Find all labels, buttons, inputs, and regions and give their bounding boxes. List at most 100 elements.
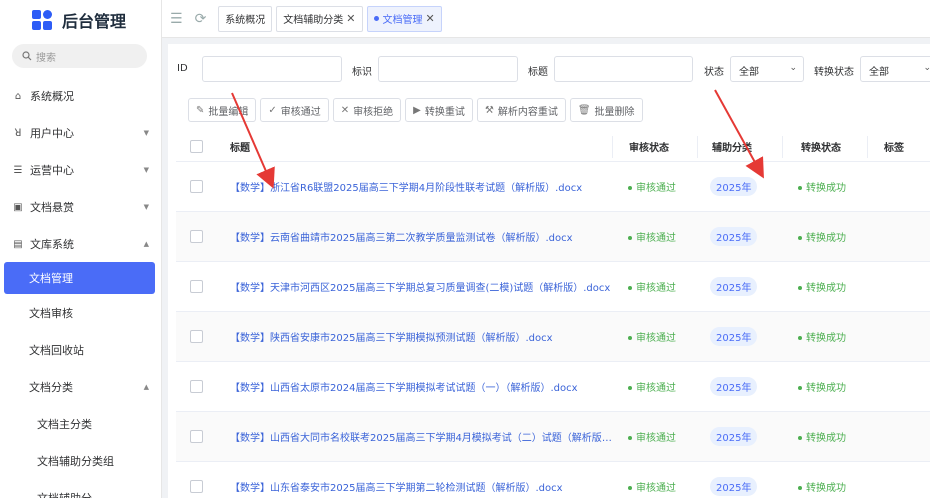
select-all-checkbox[interactable] xyxy=(190,140,203,153)
sidebar-item-label: 文档悬赏 xyxy=(30,201,74,214)
status-dot-icon xyxy=(628,336,632,340)
chevron-up-icon: ▲ xyxy=(143,240,149,248)
main-content: ID 标识 标题 状态 全部 ⌄ 转换状态 全部 ⌄ ✎ 批量编辑 ✓ 审核通过 ✕… xyxy=(168,44,930,498)
row-audit-status: 审核通过 xyxy=(612,329,696,344)
row-title-link[interactable]: 【数学】陕西省安康市2025届高三下学期模拟预测试题（解析版）.docx xyxy=(224,329,612,344)
sidebar-item-label: 文档辅助分类组 xyxy=(37,455,114,468)
sidebar-item-overview[interactable]: ⌂ 系统概况 xyxy=(0,78,161,114)
row-convert-status: 转换成功 xyxy=(780,279,864,294)
tag-label: 标识 xyxy=(352,67,372,78)
tab-doc-manage[interactable]: 文档管理 ✕ xyxy=(366,5,442,32)
row-checkbox[interactable] xyxy=(190,480,203,493)
button-label: 解析内容重试 xyxy=(497,106,558,118)
row-title-link[interactable]: 【数学】山东省泰安市2025届高三下学期第二轮检测试题（解析版）.docx xyxy=(224,479,612,494)
chevron-down-icon: ▼ xyxy=(143,129,149,137)
close-icon[interactable]: ✕ xyxy=(426,12,435,25)
sidebar-item-bounty[interactable]: ▣ 文档悬赏 ▼ xyxy=(0,189,161,225)
tab-overview[interactable]: 系统概况 xyxy=(218,5,273,32)
sidebar-item-label: 系统概况 xyxy=(30,90,74,103)
tab-label: 文档管理 xyxy=(382,15,423,26)
sidebar-item-label: 文档分类 xyxy=(29,381,73,394)
convert-text: 转换成功 xyxy=(806,383,846,394)
table-row[interactable]: 【数学】天津市河西区2025届高三下学期总复习质量调查(二模)试题（解析版）.d… xyxy=(176,262,930,312)
id-input[interactable] xyxy=(202,56,342,82)
row-convert-status: 转换成功 xyxy=(780,329,864,344)
row-checkbox[interactable] xyxy=(190,180,203,193)
row-category: 2025年 xyxy=(696,427,780,446)
hamburger-icon[interactable]: ☰ xyxy=(170,11,183,27)
row-category: 2025年 xyxy=(696,177,780,196)
header-tag: 标签 xyxy=(884,143,904,154)
sidebar-item-library[interactable]: ▤ 文库系统 ▲ xyxy=(0,226,161,262)
menu-search-input[interactable]: 搜索 xyxy=(12,44,147,68)
batch-delete-button[interactable]: 🗑 批量删除 xyxy=(569,98,643,122)
list-icon: ☰ xyxy=(13,164,23,176)
button-label: 批量编辑 xyxy=(208,106,249,118)
sidebar-item-doc-recycle[interactable]: 文档回收站 xyxy=(0,332,161,368)
status-dot-icon xyxy=(628,286,632,290)
row-audit-status: 审核通过 xyxy=(612,479,696,494)
sidebar-item-users[interactable]: ꓤ 用户中心 ▼ xyxy=(0,115,161,151)
row-title-link[interactable]: 【数学】山西省大同市名校联考2025届高三下学期4月模拟考试（二）试题（解析版）… xyxy=(224,429,612,444)
table-row[interactable]: 【数学】云南省曲靖市2025届高三第二次教学质量监测试卷（解析版）.docx 审核… xyxy=(176,212,930,262)
home-icon: ⌂ xyxy=(14,90,22,102)
status-dot-icon xyxy=(798,436,802,440)
header-category: 辅助分类 xyxy=(712,143,752,154)
batch-edit-button[interactable]: ✎ 批量编辑 xyxy=(188,98,257,122)
tab-aux-category[interactable]: 文档辅助分类 ✕ xyxy=(276,5,363,32)
row-audit-status: 审核通过 xyxy=(612,279,696,294)
table-row[interactable]: 【数学】山西省太原市2024届高三下学期模拟考试试题（一）（解析版）.docx 审… xyxy=(176,362,930,412)
table-row[interactable]: 【数学】山西省大同市名校联考2025届高三下学期4月模拟考试（二）试题（解析版）… xyxy=(176,412,930,462)
row-title-link[interactable]: 【数学】山西省太原市2024届高三下学期模拟考试试题（一）（解析版）.docx xyxy=(224,379,612,394)
convert-status-select[interactable]: 全部 ⌄ xyxy=(860,56,930,82)
status-select[interactable]: 全部 ⌄ xyxy=(730,56,804,82)
sidebar-item-aux-category-group[interactable]: 文档辅助分类组 xyxy=(0,443,161,479)
header-convert: 转换状态 xyxy=(801,143,841,154)
title-label: 标题 xyxy=(528,67,548,78)
tag-input[interactable] xyxy=(378,56,518,82)
sidebar-item-label: 文库系统 xyxy=(30,238,74,251)
search-placeholder: 搜索 xyxy=(36,52,56,64)
row-convert-status: 转换成功 xyxy=(780,179,864,194)
row-checkbox[interactable] xyxy=(190,230,203,243)
sidebar-item-doc-review[interactable]: 文档审核 xyxy=(0,295,161,331)
doc-icon: ▤ xyxy=(13,238,23,250)
search-icon xyxy=(22,51,32,61)
close-icon[interactable]: ✕ xyxy=(346,12,355,25)
convert-text: 转换成功 xyxy=(806,483,846,494)
table-row[interactable]: 【数学】陕西省安康市2025届高三下学期模拟预测试题（解析版）.docx 审核通过… xyxy=(176,312,930,362)
row-convert-status: 转换成功 xyxy=(780,229,864,244)
sidebar-item-doc-manage[interactable]: 文档管理 xyxy=(4,262,155,294)
status-dot-icon xyxy=(628,436,632,440)
chevron-down-icon: ▼ xyxy=(143,203,149,211)
sidebar-item-aux-category[interactable]: 文档辅助分 xyxy=(0,480,161,498)
chevron-down-icon: ⌄ xyxy=(923,63,930,73)
row-checkbox[interactable] xyxy=(190,280,203,293)
chevron-down-icon: ⌄ xyxy=(789,63,797,73)
sidebar-item-label: 文档辅助分 xyxy=(37,490,92,498)
audit-text: 审核通过 xyxy=(636,483,676,494)
row-category: 2025年 xyxy=(696,277,780,296)
title-input[interactable] xyxy=(554,56,693,82)
row-checkbox[interactable] xyxy=(190,380,203,393)
reject-button[interactable]: ✕ 审核拒绝 xyxy=(332,98,402,122)
table-row[interactable]: 【数学】山东省泰安市2025届高三下学期第二轮检测试题（解析版）.docx 审核通… xyxy=(176,462,930,498)
table-row[interactable]: 【数学】浙江省R6联盟2025届高三下学期4月阶段性联考试题（解析版）.docx… xyxy=(176,162,930,212)
reparse-button[interactable]: ⚒ 解析内容重试 xyxy=(476,98,566,122)
table-header: 标题 审核状态 辅助分类 转换状态 标签 xyxy=(176,132,930,162)
reconvert-button[interactable]: ▶ 转换重试 xyxy=(405,98,473,122)
sidebar-item-operations[interactable]: ☰ 运营中心 ▼ xyxy=(0,152,161,188)
sidebar-item-main-category[interactable]: 文档主分类 xyxy=(0,406,161,442)
filter-bar: ID 标识 标题 状态 全部 ⌄ 转换状态 全部 ⌄ xyxy=(168,56,930,84)
convert-text: 转换成功 xyxy=(806,283,846,294)
row-title-link[interactable]: 【数学】天津市河西区2025届高三下学期总复习质量调查(二模)试题（解析版）.d… xyxy=(224,279,612,294)
approve-button[interactable]: ✓ 审核通过 xyxy=(260,98,329,122)
row-title-link[interactable]: 【数学】云南省曲靖市2025届高三第二次教学质量监测试卷（解析版）.docx xyxy=(224,229,612,244)
row-checkbox[interactable] xyxy=(190,430,203,443)
refresh-icon[interactable]: ⟳ xyxy=(195,11,207,27)
row-checkbox[interactable] xyxy=(190,330,203,343)
row-category: 2025年 xyxy=(696,477,780,496)
row-title-link[interactable]: 【数学】浙江省R6联盟2025届高三下学期4月阶段性联考试题（解析版）.docx xyxy=(224,179,612,194)
tab-label: 系统概况 xyxy=(225,15,266,26)
sidebar-item-doc-category[interactable]: 文档分类 ▲ xyxy=(0,369,161,405)
